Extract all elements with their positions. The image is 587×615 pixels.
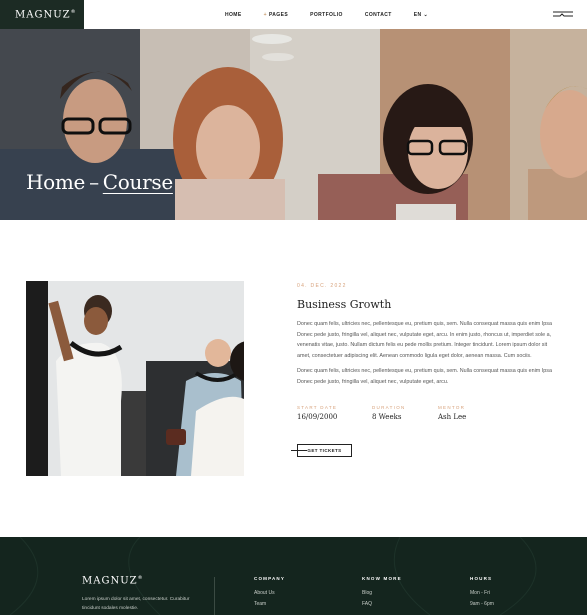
meta-mentor: MENTOR Ash Lee (438, 405, 467, 422)
course-details: 04. DEC. 2022 Business Growth Donec quam… (297, 281, 562, 421)
footer-link-blog[interactable]: Blog (362, 590, 402, 596)
button-accent-line (291, 450, 307, 451)
course-date: 04. DEC. 2022 (297, 283, 347, 289)
footer-hours-time: 9am - 6pm (470, 601, 494, 607)
hamburger-icon[interactable] (553, 11, 573, 18)
footer-divider (214, 577, 215, 615)
nav-home[interactable]: HOME (225, 12, 242, 18)
course-description-secondary: Donec quam felis, ultricies nec, pellent… (297, 368, 552, 385)
logo-text: MAGNUZ® (15, 8, 77, 21)
footer-column-hours: HOURS Mon - Fri 9am - 6pm (470, 576, 494, 607)
breadcrumb-separator: – (89, 170, 99, 194)
nav-portfolio[interactable]: PORTFOLIO (310, 12, 343, 18)
breadcrumb: Home – Course (26, 170, 173, 194)
course-image (26, 281, 244, 476)
header: MAGNUZ® HOME + PAGES PORTFOLIO CONTACT E… (0, 0, 587, 29)
footer-column-company: COMPANY About Us Team (254, 576, 286, 607)
footer-column-know-more: KNOW MORE Blog FAQ (362, 576, 402, 607)
hero-banner: Home – Course (0, 29, 587, 220)
chevron-down-icon: ⌄ (423, 11, 429, 18)
footer-link-about[interactable]: About Us (254, 590, 285, 596)
course-meta: START DATE 16/09/2000 DURATION 8 Weeks M… (297, 405, 562, 421)
plus-icon: + (263, 11, 267, 18)
main-nav: HOME + PAGES PORTFOLIO CONTACT EN ⌄ (225, 0, 450, 29)
footer-link-faq[interactable]: FAQ (362, 601, 402, 607)
course-title: Business Growth (297, 298, 392, 311)
meta-duration: DURATION 8 Weeks (372, 405, 406, 422)
breadcrumb-home[interactable]: Home (26, 170, 85, 194)
nav-pages[interactable]: + PAGES (264, 12, 288, 18)
footer-logo[interactable]: MAGNUZ® (82, 575, 144, 586)
footer-link-team[interactable]: Team (254, 601, 285, 607)
breadcrumb-current[interactable]: Course (103, 170, 173, 194)
course-description: Donec quam felis, ultricies nec, pellent… (297, 321, 552, 359)
logo[interactable]: MAGNUZ® (0, 0, 84, 29)
nav-contact[interactable]: CONTACT (365, 12, 392, 18)
language-selector[interactable]: EN ⌄ (414, 12, 428, 18)
footer-hours-days: Mon - Fri (470, 590, 490, 596)
meta-start-date: START DATE 16/09/2000 (297, 405, 338, 422)
footer-description: Lorem ipsum dolor sit amet, consectetur.… (82, 597, 190, 611)
footer: MAGNUZ® Lorem ipsum dolor sit amet, cons… (0, 537, 587, 615)
